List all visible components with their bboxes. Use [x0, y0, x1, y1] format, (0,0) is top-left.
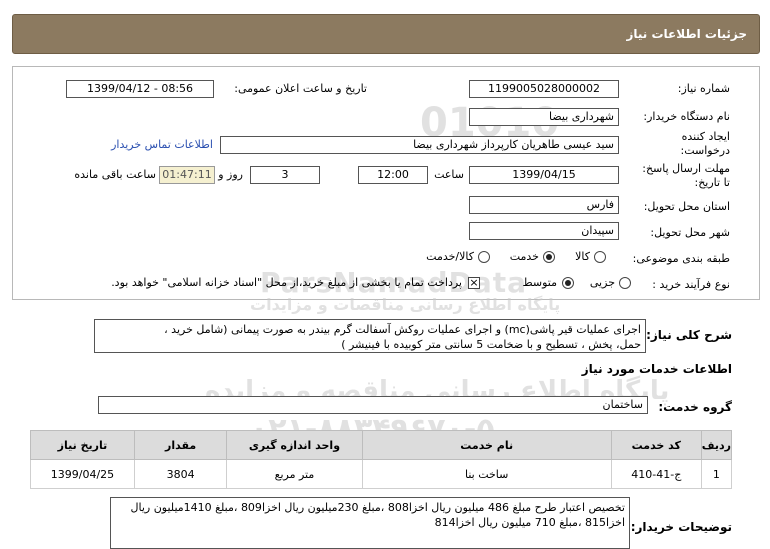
description-label: شرح کلی نیاز:	[646, 328, 732, 342]
cell-quantity: 3804	[133, 459, 228, 489]
page-header: جزئیات اطلاعات نیاز	[12, 14, 760, 54]
col-need-date: تاریخ نیاز	[30, 430, 135, 460]
payment-checkbox[interactable]: ×	[468, 277, 480, 289]
cell-row: 1	[700, 459, 733, 489]
deadline-hour-label: ساعت	[434, 168, 464, 181]
col-row: ردیف	[700, 430, 733, 460]
need-number-label: شماره نیاز:	[677, 82, 730, 95]
page-title: جزئیات اطلاعات نیاز	[626, 27, 747, 41]
buyer-notes-line-2: اخزا815 ،مبلغ 710 میلیون ریال اخزا814	[434, 516, 625, 529]
process-option-minor: جزیی	[589, 276, 615, 289]
process-option-medium: متوسط	[522, 276, 557, 289]
deadline-date-field: 1399/04/15	[469, 166, 619, 184]
creator-field: سید عیسی طاهریان کارپرداز شهرداری بیضا	[220, 136, 619, 154]
description-line-1: اجرای عملیات قیر پاشی(mc) و اجرای عملیات…	[164, 323, 641, 336]
buyer-org-label: نام دستگاه خریدار:	[643, 110, 730, 123]
cell-service-name: ساخت بنا	[361, 459, 612, 489]
col-unit: واحد اندازه گیری	[226, 430, 363, 460]
category-option-goods-service: کالا/خدمت	[426, 250, 474, 263]
deadline-time-field: 12:00	[358, 166, 428, 184]
deadline-label: مهلت ارسال پاسخ:	[642, 162, 730, 175]
province-label: استان محل تحویل:	[643, 200, 730, 213]
province-field: فارس	[469, 196, 619, 214]
announce-date-field: 1399/04/12 - 08:56	[66, 80, 214, 98]
buyer-org-field: شهرداری بیضا	[469, 108, 619, 126]
cell-need-date: 1399/04/25	[30, 459, 135, 489]
buyer-notes-label: توضیحات خریدار:	[630, 520, 732, 534]
col-service-name: نام خدمت	[361, 430, 612, 460]
category-label: طبقه بندی موضوعی:	[632, 252, 730, 265]
creator-label-2: درخواست:	[680, 144, 730, 157]
buyer-notes-box: تخصیص اعتبار طرح مبلغ 486 میلیون ریال اخ…	[110, 497, 630, 549]
description-box: اجرای عملیات قیر پاشی(mc) و اجرای عملیات…	[94, 319, 646, 353]
city-field: سپیدان	[469, 222, 619, 240]
buyer-contact-link[interactable]: اطلاعات تماس خریدار	[111, 138, 213, 151]
services-table: تاریخ نیاز مقدار واحد اندازه گیری نام خد…	[30, 430, 733, 489]
watermark-tagline: پایگاه اطلاع رسانی مناقصات و مزایدات	[250, 295, 561, 314]
announce-date-label: تاریخ و ساعت اعلان عمومی:	[234, 82, 367, 95]
process-radio-minor[interactable]	[619, 277, 631, 289]
need-number-field: 1199005028000002	[469, 80, 619, 98]
process-label: نوع فرآیند خرید :	[652, 278, 730, 291]
city-label: شهر محل تحویل:	[650, 226, 730, 239]
process-radio-medium[interactable]	[562, 277, 574, 289]
category-radio-service[interactable]	[543, 251, 555, 263]
category-radio-goods[interactable]	[594, 251, 606, 263]
deadline-label-2: تا تاریخ:	[694, 176, 730, 189]
table-header-row: تاریخ نیاز مقدار واحد اندازه گیری نام خد…	[30, 430, 733, 460]
cell-service-code: ج-41-410	[610, 459, 702, 489]
creator-label: ایجاد کننده	[681, 130, 730, 143]
remaining-time-field: 01:47:11	[159, 166, 215, 184]
days-label: روز و	[218, 168, 243, 181]
service-group-field: ساختمان	[98, 396, 648, 414]
service-group-label: گروه خدمت:	[658, 400, 732, 414]
col-quantity: مقدار	[133, 430, 228, 460]
category-option-service: خدمت	[509, 250, 539, 263]
table-row: 1399/04/25 3804 متر مربع ساخت بنا ج-41-4…	[30, 459, 733, 489]
description-line-2: حمل، پخش ، تسطیح و با ضخامت 5 سانتی متر …	[341, 338, 641, 351]
payment-note: پرداخت تمام یا بخشی از مبلغ خرید،از محل …	[111, 276, 462, 289]
buyer-notes-line-1: تخصیص اعتبار طرح مبلغ 486 میلیون ریال اخ…	[130, 501, 625, 514]
category-radio-goods-service[interactable]	[478, 251, 490, 263]
cell-unit: متر مربع	[226, 459, 363, 489]
remaining-days-field: 3	[250, 166, 320, 184]
col-service-code: کد خدمت	[610, 430, 702, 460]
services-section-title: اطلاعات خدمات مورد نیاز	[581, 362, 732, 376]
remaining-time-label: ساعت باقی مانده	[74, 168, 156, 181]
category-option-goods: کالا	[575, 250, 590, 263]
